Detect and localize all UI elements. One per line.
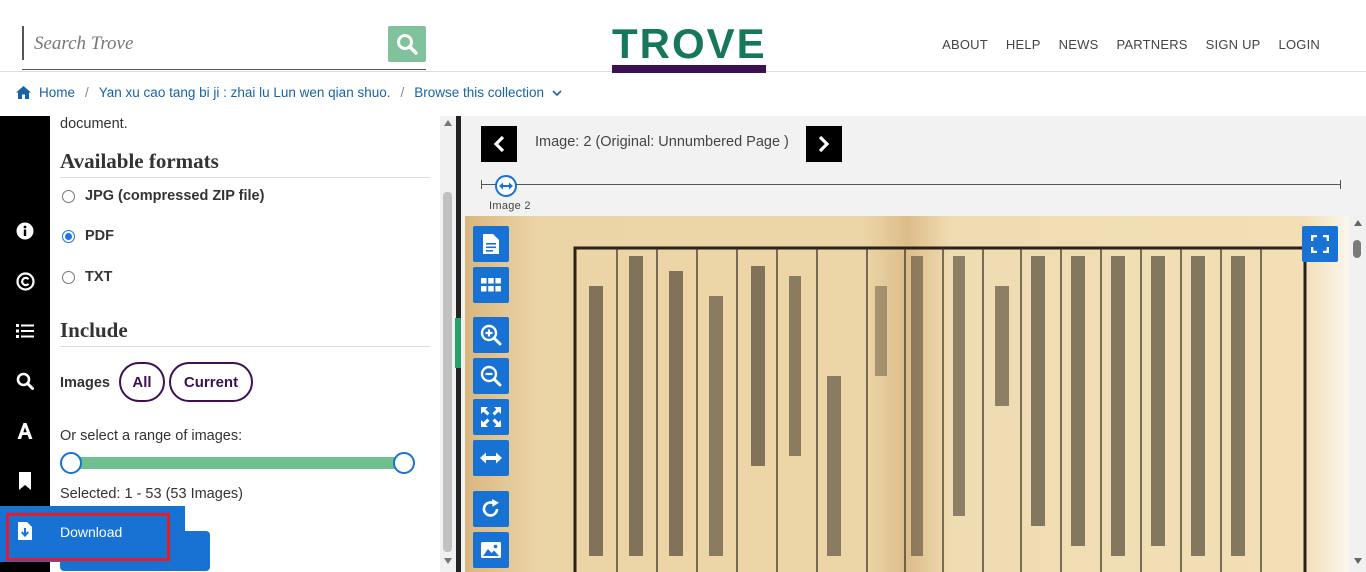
- range-handle-end[interactable]: [393, 452, 415, 474]
- page-view-button[interactable]: [473, 226, 509, 262]
- fullscreen-button[interactable]: [1302, 226, 1338, 262]
- thumbnail-grid-button[interactable]: [473, 267, 509, 303]
- viewer-scroll-thumb[interactable]: [1353, 240, 1361, 258]
- breadcrumb: Home / Yan xu cao tang bi ji : zhai lu L…: [16, 85, 562, 100]
- chevron-down-icon[interactable]: [552, 89, 562, 97]
- image-timeline[interactable]: [481, 184, 1341, 185]
- search-button[interactable]: [388, 26, 426, 62]
- text-icon[interactable]: [14, 420, 36, 442]
- panel-scroll-thumb[interactable]: [443, 192, 452, 552]
- format-label-jpg: JPG (compressed ZIP file): [85, 188, 265, 204]
- formats-heading: Available formats: [60, 149, 219, 173]
- list-icon[interactable]: [14, 320, 36, 342]
- fit-width-button[interactable]: [473, 440, 509, 476]
- main-nav: ABOUT HELP NEWS PARTNERS SIGN UP LOGIN: [942, 37, 1320, 52]
- timeline-end-tick: [1340, 180, 1341, 189]
- trove-logo[interactable]: TROVE: [612, 20, 768, 76]
- copyright-icon[interactable]: [14, 270, 36, 292]
- fit-page-button[interactable]: [473, 399, 509, 435]
- selected-range-text: Selected: 1 - 53 (53 Images): [60, 486, 243, 502]
- timeline-handle[interactable]: [495, 175, 517, 197]
- timeline-start-tick: [481, 180, 482, 189]
- divider: [60, 346, 430, 347]
- image-label: Image: 2 (Original: Unnumbered Page ): [535, 134, 789, 150]
- zoom-in-icon: [480, 324, 502, 346]
- zoom-out-icon: [480, 365, 502, 387]
- download-highlight-outline: [6, 513, 170, 561]
- breadcrumb-browse[interactable]: Browse this collection: [414, 85, 544, 100]
- fullscreen-icon: [1311, 235, 1329, 253]
- logo-text: TROVE: [612, 20, 767, 67]
- format-label-txt: TXT: [85, 269, 113, 285]
- include-heading: Include: [60, 318, 128, 342]
- image-viewer: Image: 2 (Original: Unnumbered Page ) Im…: [461, 116, 1366, 572]
- radio-pdf[interactable]: [62, 229, 75, 243]
- left-toolbar: [0, 116, 50, 572]
- grid-icon: [481, 278, 501, 292]
- horizontal-arrows-icon: [480, 452, 502, 464]
- search-icon: [397, 34, 418, 55]
- previous-image-button[interactable]: [481, 126, 517, 162]
- scroll-up-icon[interactable]: [444, 120, 452, 126]
- include-current-button[interactable]: Current: [169, 362, 253, 402]
- scroll-down-icon[interactable]: [1354, 558, 1362, 564]
- expand-arrows-icon: [481, 407, 501, 427]
- bookmark-icon[interactable]: [14, 470, 36, 492]
- rotate-button[interactable]: [473, 491, 509, 527]
- chevron-right-icon: [818, 135, 830, 153]
- rotate-icon: [482, 499, 499, 517]
- nav-partners[interactable]: PARTNERS: [1116, 37, 1187, 52]
- page-scan: [465, 216, 1349, 572]
- page-image: [465, 216, 1349, 572]
- nav-about[interactable]: ABOUT: [942, 37, 988, 52]
- chevron-left-icon: [493, 135, 505, 153]
- radio-jpg[interactable]: [62, 189, 75, 203]
- images-label: Images: [60, 375, 110, 391]
- format-option-pdf[interactable]: PDF: [62, 228, 114, 244]
- breadcrumb-separator: /: [400, 85, 405, 100]
- intro-text: document.: [60, 116, 128, 132]
- breadcrumb-home[interactable]: Home: [39, 85, 75, 100]
- format-label-pdf: PDF: [85, 228, 114, 244]
- image-adjust-button[interactable]: [473, 532, 509, 568]
- viewer-scrollbar[interactable]: [1349, 216, 1366, 572]
- download-panel: document. Available formats JPG (compres…: [50, 116, 440, 572]
- format-option-txt[interactable]: TXT: [62, 269, 112, 285]
- timeline-marker-label: Image 2: [489, 200, 531, 212]
- radio-txt[interactable]: [62, 270, 75, 284]
- image-icon: [481, 542, 501, 558]
- range-label: Or select a range of images:: [60, 428, 243, 444]
- next-image-button[interactable]: [806, 126, 842, 162]
- scroll-up-icon[interactable]: [1354, 220, 1362, 226]
- search-icon[interactable]: [14, 370, 36, 392]
- breadcrumb-title[interactable]: Yan xu cao tang bi ji : zhai lu Lun wen …: [99, 85, 391, 100]
- breadcrumb-separator: /: [85, 85, 89, 100]
- zoom-in-button[interactable]: [473, 317, 509, 353]
- range-handle-start[interactable]: [60, 452, 82, 474]
- scroll-down-icon[interactable]: [444, 558, 452, 564]
- search-input[interactable]: [34, 30, 374, 58]
- nav-news[interactable]: NEWS: [1059, 37, 1099, 52]
- nav-help[interactable]: HELP: [1006, 37, 1041, 52]
- logo-underline: [612, 65, 766, 73]
- search-cursor-bar: [22, 26, 24, 60]
- include-all-button[interactable]: All: [119, 362, 165, 402]
- document-icon: [483, 234, 499, 254]
- search-box: [22, 26, 426, 70]
- horizontal-arrows-icon: [499, 182, 513, 190]
- zoom-out-button[interactable]: [473, 358, 509, 394]
- top-bar: TROVE ABOUT HELP NEWS PARTNERS SIGN UP L…: [0, 0, 1366, 73]
- info-icon[interactable]: [14, 220, 36, 242]
- nav-sign-up[interactable]: SIGN UP: [1206, 37, 1261, 52]
- format-option-jpg[interactable]: JPG (compressed ZIP file): [62, 188, 264, 204]
- nav-login[interactable]: LOGIN: [1279, 37, 1320, 52]
- home-icon: [16, 86, 31, 99]
- divider: [60, 177, 430, 178]
- range-slider-track[interactable]: [70, 457, 404, 469]
